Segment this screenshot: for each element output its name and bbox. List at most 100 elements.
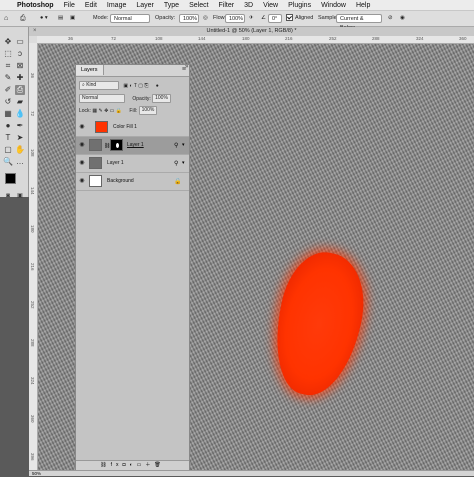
marquee-tool-icon[interactable]: ⬚ bbox=[3, 49, 13, 59]
layer-row-color-fill[interactable]: ◉ Color Fill 1 bbox=[76, 119, 189, 137]
layer-name[interactable]: Color Fill 1 bbox=[113, 124, 137, 130]
clone-effect-icon[interactable]: ⚲ bbox=[174, 142, 178, 149]
shape-filter-icon[interactable]: ▢ bbox=[138, 83, 143, 89]
lock-all-icon[interactable]: 🔒 bbox=[116, 108, 122, 114]
clone-stamp-tool-icon[interactable]: ⎙ bbox=[15, 85, 25, 95]
visibility-eye-icon[interactable]: ◉ bbox=[79, 160, 85, 166]
opacity-field[interactable]: 100% bbox=[179, 14, 199, 23]
foreground-color-swatch[interactable] bbox=[5, 173, 16, 184]
hand-tool-icon[interactable]: ✋ bbox=[15, 145, 25, 155]
type-tool-icon[interactable]: T bbox=[3, 133, 13, 143]
layer-thumbnail[interactable] bbox=[89, 139, 102, 151]
filter-toggle-icon[interactable]: ● bbox=[156, 83, 159, 89]
menu-filter[interactable]: Filter bbox=[214, 2, 240, 9]
background-thumbnail[interactable] bbox=[89, 175, 102, 187]
visibility-eye-icon[interactable]: ◉ bbox=[79, 178, 85, 184]
blur-tool-icon[interactable]: 💧 bbox=[15, 109, 25, 119]
layer-opacity-field[interactable]: 100% bbox=[152, 94, 171, 104]
pen-tool-icon[interactable]: ✒ bbox=[15, 121, 25, 131]
layer-name[interactable]: Layer 1 bbox=[107, 160, 124, 166]
visibility-eye-icon[interactable]: ◉ bbox=[79, 124, 85, 130]
clone-source-icon[interactable]: ▣ bbox=[70, 14, 75, 23]
menu-type[interactable]: Type bbox=[159, 2, 184, 9]
color-fill-thumbnail[interactable] bbox=[95, 121, 108, 133]
expand-chevron-icon[interactable]: ▾ bbox=[182, 160, 185, 166]
pressure-size-icon[interactable]: ◉ bbox=[400, 14, 405, 23]
path-selection-tool-icon[interactable]: ➤ bbox=[15, 133, 25, 143]
flow-field[interactable]: 100% bbox=[225, 14, 245, 23]
clone-stamp-preset-icon[interactable]: ⎙ bbox=[20, 14, 26, 23]
angle-icon[interactable]: ∠ bbox=[261, 14, 266, 23]
airbrush-icon[interactable]: ✈ bbox=[249, 14, 254, 23]
trash-icon[interactable]: 🗑 bbox=[154, 462, 164, 468]
brush-tool-icon[interactable]: ✐ bbox=[3, 85, 13, 95]
artboard-tool-icon[interactable]: ▭ bbox=[15, 37, 25, 47]
quick-mask-icon[interactable]: ◙ bbox=[3, 191, 13, 201]
history-brush-tool-icon[interactable]: ↺ bbox=[3, 97, 13, 107]
eraser-tool-icon[interactable]: ▰ bbox=[15, 97, 25, 107]
menu-plugins[interactable]: Plugins bbox=[283, 2, 316, 9]
angle-field[interactable]: 0° bbox=[268, 14, 282, 23]
lasso-tool-icon[interactable]: ↄ bbox=[15, 49, 25, 59]
layer-thumbnail[interactable] bbox=[89, 157, 102, 169]
layer-row-layer1-masked[interactable]: ◉ ⛓ Layer 1 ⚲ ▾ bbox=[76, 137, 189, 155]
pixel-filter-icon[interactable]: ▣ bbox=[123, 83, 128, 89]
shape-tool-icon[interactable]: ▢ bbox=[3, 145, 13, 155]
layer-name[interactable]: Layer 1 bbox=[127, 142, 144, 148]
menu-image[interactable]: Image bbox=[102, 2, 131, 9]
fx-icon[interactable]: fx bbox=[111, 462, 123, 468]
add-mask-icon[interactable]: ◘ bbox=[123, 462, 130, 468]
sample-select[interactable]: Current & Below bbox=[336, 14, 382, 31]
menu-window[interactable]: Window bbox=[316, 2, 351, 9]
menu-view[interactable]: View bbox=[258, 2, 283, 9]
brush-settings-icon[interactable]: ▤ bbox=[58, 14, 63, 23]
layer-mask-thumbnail[interactable] bbox=[110, 139, 123, 151]
aligned-checkbox[interactable]: Aligned bbox=[286, 14, 313, 23]
home-icon[interactable]: ⌂ bbox=[4, 14, 8, 23]
mode-select[interactable]: Normal bbox=[110, 14, 150, 23]
frame-tool-icon[interactable]: ⊠ bbox=[15, 61, 25, 71]
crop-tool-icon[interactable]: ⌗ bbox=[3, 61, 13, 71]
fill-field[interactable]: 100% bbox=[138, 106, 158, 116]
brush-size-icon[interactable]: ● ▾ bbox=[40, 14, 48, 23]
lock-artboard-icon[interactable]: ▭ bbox=[110, 108, 115, 114]
type-filter-icon[interactable]: T bbox=[134, 83, 137, 89]
panel-collapse-icon[interactable]: » bbox=[185, 64, 188, 70]
menu-photoshop[interactable]: Photoshop bbox=[12, 2, 59, 9]
ignore-adjustment-icon[interactable]: ⊘ bbox=[388, 14, 393, 23]
adjustment-filter-icon[interactable]: ◐ bbox=[130, 83, 133, 89]
adjustment-layer-icon[interactable]: ◐ bbox=[130, 462, 137, 468]
menu-file[interactable]: File bbox=[59, 2, 80, 9]
lock-position-icon[interactable]: ✥ bbox=[104, 108, 108, 114]
close-document-icon[interactable]: × bbox=[33, 27, 37, 36]
zoom-readout[interactable]: 50% bbox=[32, 471, 41, 476]
kind-filter-select[interactable]: ⌕ Kind bbox=[79, 81, 119, 91]
menu-3d[interactable]: 3D bbox=[239, 2, 258, 9]
menu-edit[interactable]: Edit bbox=[80, 2, 102, 9]
layer-name[interactable]: Background bbox=[107, 178, 134, 184]
healing-tool-icon[interactable]: ✚ bbox=[15, 73, 25, 83]
visibility-eye-icon[interactable]: ◉ bbox=[79, 142, 85, 148]
new-layer-icon[interactable]: ＋ bbox=[145, 462, 154, 468]
expand-chevron-icon[interactable]: ▾ bbox=[182, 142, 185, 148]
lock-paint-icon[interactable]: ✎ bbox=[98, 108, 102, 114]
zoom-tool-icon[interactable]: 🔍 bbox=[3, 157, 13, 167]
eyedropper-tool-icon[interactable]: ✎ bbox=[3, 73, 13, 83]
smart-object-filter-icon[interactable]: ⎘ bbox=[144, 83, 148, 89]
clone-effect-icon[interactable]: ⚲ bbox=[174, 160, 178, 167]
layer-row-layer1[interactable]: ◉ Layer 1 ⚲ ▾ bbox=[76, 155, 189, 173]
menu-layer[interactable]: Layer bbox=[131, 2, 159, 9]
screen-mode-icon[interactable]: ▣ bbox=[15, 191, 25, 201]
pressure-opacity-icon[interactable]: ◎ bbox=[203, 14, 208, 23]
move-tool-icon[interactable]: ✥ bbox=[3, 37, 13, 47]
lock-pixels-icon[interactable]: ▦ bbox=[92, 108, 97, 114]
gradient-tool-icon[interactable]: ▦ bbox=[3, 109, 13, 119]
more-tools-icon[interactable]: … bbox=[15, 157, 25, 167]
dodge-tool-icon[interactable]: ● bbox=[3, 121, 13, 131]
blend-mode-select[interactable]: Normal bbox=[79, 94, 125, 104]
link-layers-icon[interactable]: ⛓ bbox=[100, 462, 110, 468]
menu-select[interactable]: Select bbox=[184, 2, 213, 9]
menu-help[interactable]: Help bbox=[351, 2, 375, 9]
layer-row-background[interactable]: ◉ Background 🔒 bbox=[76, 173, 189, 191]
layers-tab[interactable]: Layers bbox=[76, 65, 104, 75]
